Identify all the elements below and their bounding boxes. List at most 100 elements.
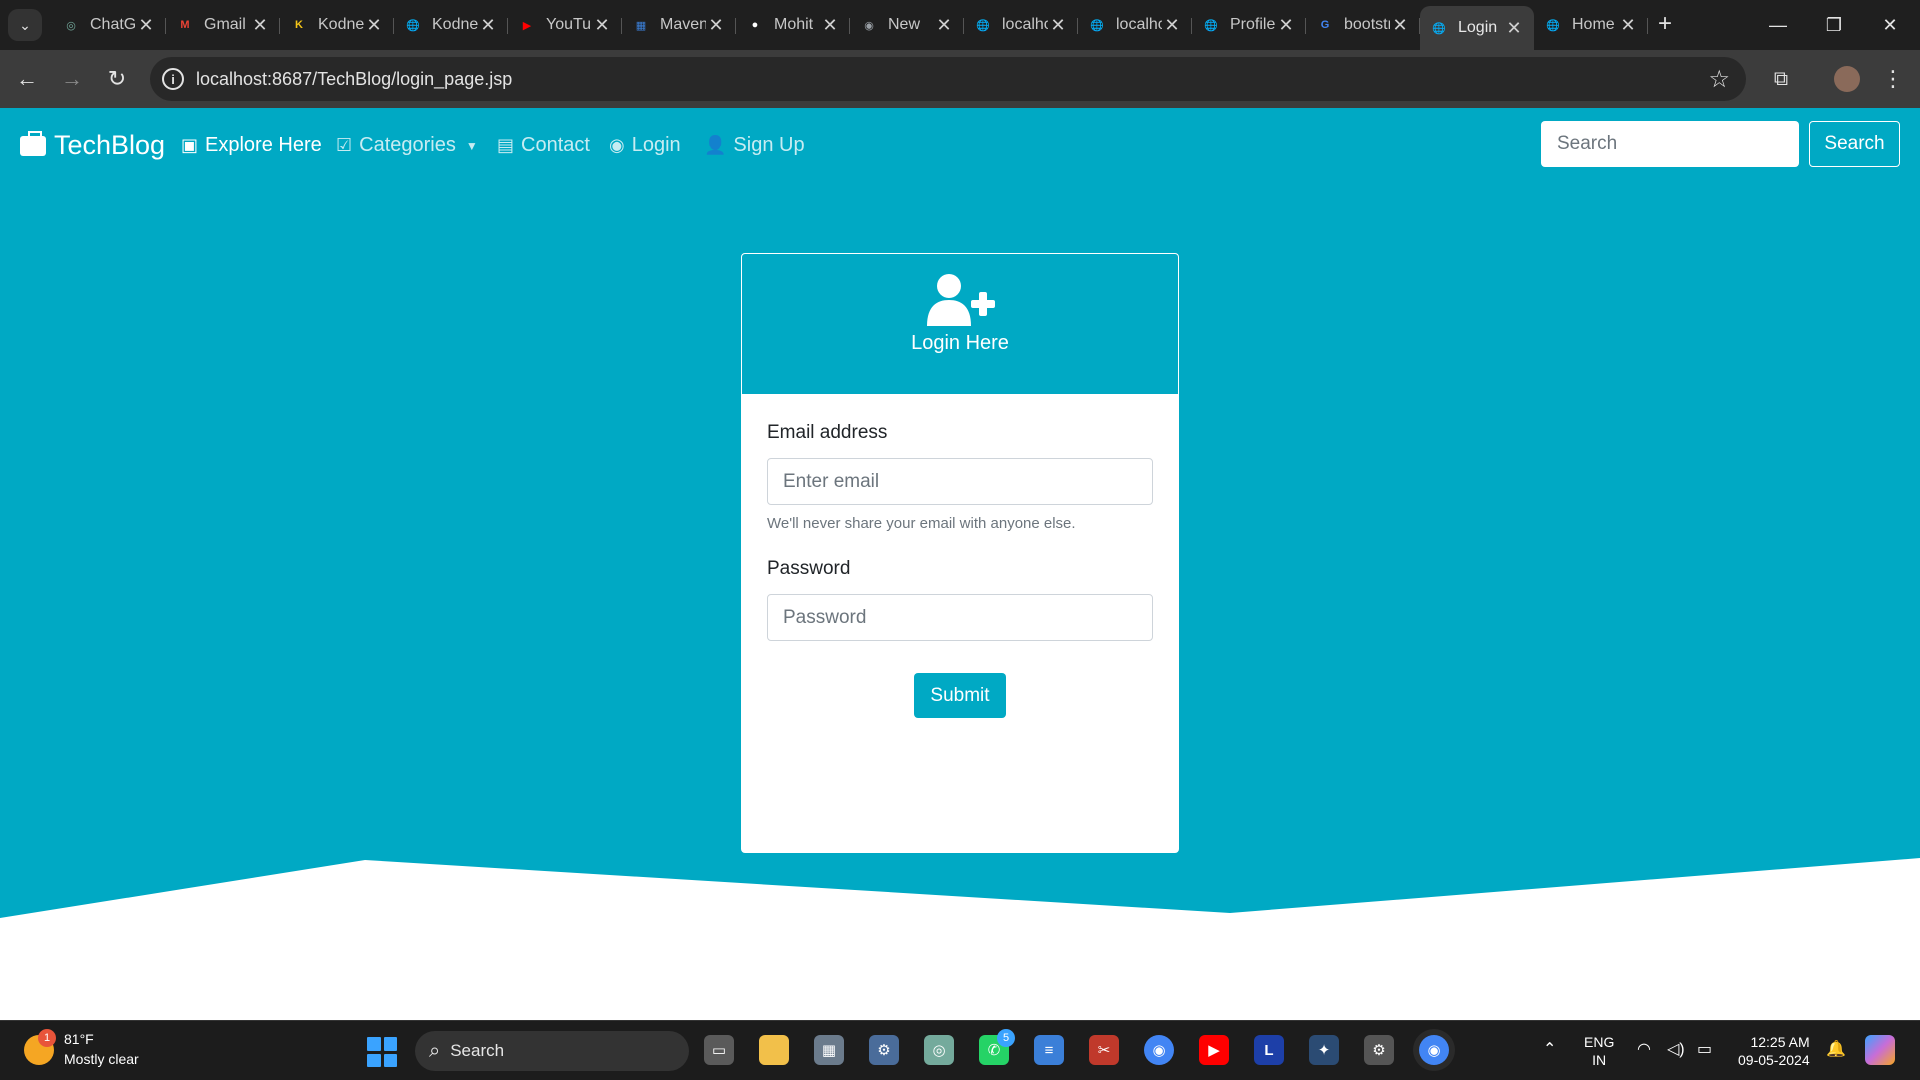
l-app-icon[interactable]: L — [1254, 1035, 1284, 1065]
browser-tab[interactable]: 🌐 localhost✕ — [964, 6, 1078, 44]
chrome-active-icon[interactable]: ◉ — [1419, 1035, 1449, 1065]
search-input[interactable] — [1541, 121, 1799, 167]
tab-close-icon[interactable]: ✕ — [1048, 15, 1068, 36]
back-button[interactable]: ← — [10, 62, 44, 96]
windows-start-icon[interactable] — [367, 1037, 397, 1067]
new-tab-button[interactable]: + — [1650, 8, 1680, 40]
tab-close-icon[interactable]: ✕ — [1504, 18, 1524, 39]
browser-tab[interactable]: ● Mohit ✕ — [736, 6, 850, 44]
show-hidden-icons-chevron[interactable]: ⌃ — [1543, 1039, 1556, 1059]
wifi-icon[interactable]: ◠ — [1637, 1039, 1651, 1059]
eclipse-ide-icon[interactable]: ✦ — [1309, 1035, 1339, 1065]
weather-description[interactable]: Mostly clear — [64, 1051, 139, 1067]
nav-contact[interactable]: ▤ Contact — [497, 134, 590, 157]
browser-tab[interactable]: K Kodnest✕ — [280, 6, 394, 44]
caret-down-icon: ▼ — [465, 138, 478, 153]
brand-name: TechBlog — [54, 130, 166, 160]
tab-close-icon[interactable]: ✕ — [592, 15, 612, 36]
nav-explore-here[interactable]: ▣ Explore Here — [181, 134, 322, 157]
tab-title: Kodnest — [432, 16, 478, 33]
url-text[interactable]: localhost:8687/TechBlog/login_page.jsp — [196, 69, 512, 90]
browser-tab[interactable]: 🌐 Kodnest✕ — [394, 6, 508, 44]
tab-title: New — [888, 16, 921, 33]
tab-close-icon[interactable]: ✕ — [250, 15, 270, 36]
nav-categories-dropdown[interactable]: ☑ Categories ▼ — [336, 134, 478, 157]
browser-tab[interactable]: ◉ New ✕ — [850, 6, 964, 44]
password-label: Password — [767, 558, 851, 579]
restore-button[interactable]: ❐ — [1806, 0, 1862, 50]
globe-icon: 🌐 — [1432, 22, 1446, 35]
snipping-tool-icon[interactable]: ✂ — [1089, 1035, 1119, 1065]
submit-button[interactable]: Submit — [914, 673, 1006, 718]
reload-button[interactable]: ↻ — [100, 62, 134, 96]
tab-close-icon[interactable]: ✕ — [1276, 15, 1296, 36]
site-info-icon[interactable]: i — [162, 68, 184, 90]
browser-tab[interactable]: Gbootstrap✕ — [1306, 6, 1420, 44]
nav-login-label: Login — [631, 134, 681, 156]
address-bar[interactable]: i localhost:8687/TechBlog/login_page.jsp… — [150, 57, 1746, 101]
browser-tab[interactable]: 🌐 Profile ✕ — [1192, 6, 1306, 44]
browser-tab[interactable]: 🌐 localhost✕ — [1078, 6, 1192, 44]
notepad-icon[interactable]: ≡ — [1034, 1035, 1064, 1065]
browser-tab-strip: ⌄ ◎ChatGPT✕MGmail✕KKodnest✕🌐Kodnest✕▶You… — [0, 0, 1920, 50]
forward-button[interactable]: → — [55, 62, 89, 96]
close-window-button[interactable]: ✕ — [1862, 0, 1918, 50]
taskbar-search[interactable]: ⌕ Search — [415, 1031, 689, 1071]
nav-categories-label: Categories — [359, 134, 456, 156]
email-field[interactable] — [767, 458, 1153, 505]
clock-date: 09-05-2024 — [1738, 1052, 1810, 1068]
login-form: Email address We'll never share your ema… — [742, 394, 1178, 746]
brand-logo[interactable]: TechBlog — [20, 130, 165, 161]
system-clock[interactable]: 12:25 AM 09-05-2024 — [1738, 1033, 1810, 1069]
user-plus-icon — [927, 274, 995, 326]
extensions-icon[interactable]: ⧉ — [1764, 62, 1798, 96]
chatgpt-icon[interactable]: ◎ — [924, 1035, 954, 1065]
tab-close-icon[interactable]: ✕ — [934, 15, 954, 36]
clock-time: 12:25 AM — [1750, 1034, 1810, 1050]
browser-tab[interactable]: 🌐 Home ✕ — [1534, 6, 1648, 44]
bookmark-star-icon[interactable]: ☆ — [1708, 65, 1730, 94]
nav-login[interactable]: ◉ Login — [609, 134, 681, 157]
browser-tab[interactable]: ▦ Maven ✕ — [622, 6, 736, 44]
tab-close-icon[interactable]: ✕ — [364, 15, 384, 36]
chrome-icon: ◉ — [864, 19, 874, 32]
briefcase-icon — [20, 130, 46, 156]
battery-icon[interactable]: ▭ — [1697, 1039, 1712, 1059]
tab-close-icon[interactable]: ✕ — [1618, 15, 1638, 36]
globe-icon: 🌐 — [1204, 19, 1218, 32]
tab-title: Maven — [660, 16, 706, 33]
nav-sign-up[interactable]: 👤 Sign Up — [704, 134, 805, 157]
task-view-icon[interactable]: ▭ — [704, 1035, 734, 1065]
tab-close-icon[interactable]: ✕ — [1162, 15, 1182, 36]
calculator-icon[interactable]: ▦ — [814, 1035, 844, 1065]
settings-icon[interactable]: ⚙ — [869, 1035, 899, 1065]
tab-close-icon[interactable]: ✕ — [478, 15, 498, 36]
file-explorer-icon[interactable] — [759, 1035, 789, 1065]
copilot-icon[interactable] — [1865, 1035, 1895, 1065]
tab-close-icon[interactable]: ✕ — [706, 15, 726, 36]
browser-tab[interactable]: M Gmail ✕ — [166, 6, 280, 44]
browser-tab[interactable]: ◎ ChatGPT✕ — [52, 6, 166, 44]
search-button[interactable]: Search — [1809, 121, 1900, 167]
youtube-icon[interactable]: ▶ — [1199, 1035, 1229, 1065]
browser-tab[interactable]: ▶ YouTube✕ — [508, 6, 622, 44]
profile-avatar[interactable] — [1830, 62, 1864, 96]
gear-app-icon[interactable]: ⚙ — [1364, 1035, 1394, 1065]
weather-temperature[interactable]: 81°F — [64, 1031, 94, 1047]
browser-tab[interactable]: 🌐 Login ✕ — [1420, 6, 1534, 50]
password-field[interactable] — [767, 594, 1153, 641]
language-indicator[interactable]: ENG IN — [1584, 1033, 1614, 1069]
tab-search-button[interactable]: ⌄ — [8, 9, 42, 41]
taskbar-search-label: Search — [450, 1041, 505, 1060]
tab-close-icon[interactable]: ✕ — [1390, 15, 1410, 36]
tab-title: localhost — [1116, 16, 1162, 33]
chrome-icon[interactable]: ◉ — [1144, 1035, 1174, 1065]
chatgpt-icon: ◎ — [66, 19, 76, 32]
notification-bell-icon[interactable]: 🔔 — [1826, 1039, 1846, 1059]
tab-title: Login — [1458, 19, 1498, 36]
minimize-button[interactable]: — — [1750, 0, 1806, 50]
volume-icon[interactable]: ◁) — [1667, 1039, 1685, 1059]
tab-close-icon[interactable]: ✕ — [136, 15, 156, 36]
browser-menu-icon[interactable]: ⋮ — [1876, 62, 1910, 96]
tab-close-icon[interactable]: ✕ — [820, 15, 840, 36]
